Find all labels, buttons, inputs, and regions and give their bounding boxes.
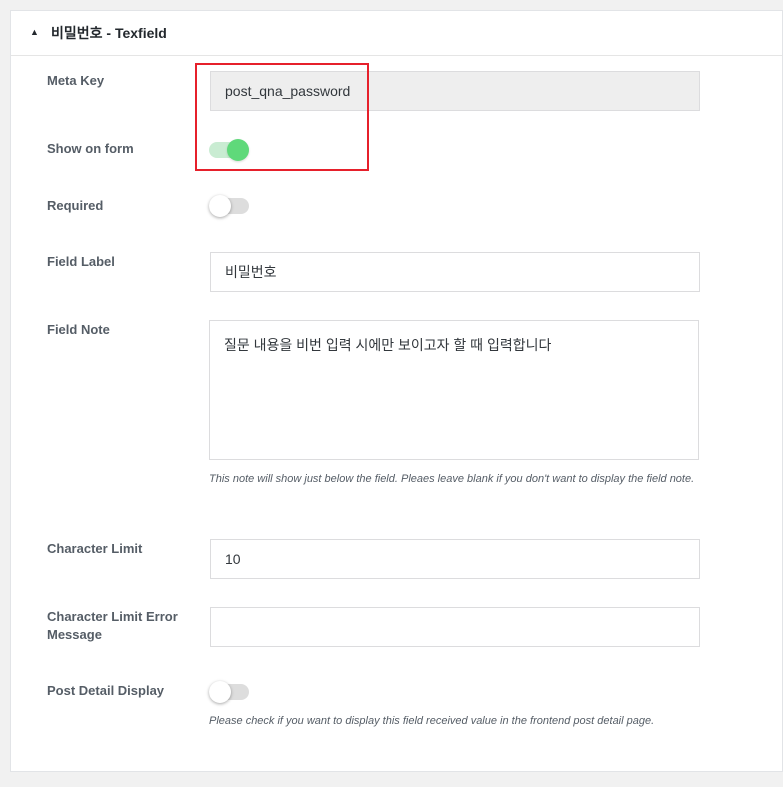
field-settings-panel: ▲ 비밀번호 - Texfield Meta Key post_qna_pass… bbox=[10, 10, 783, 772]
character-limit-label: Character Limit bbox=[47, 541, 143, 556]
character-limit-input[interactable]: 10 bbox=[210, 539, 700, 579]
post-detail-display-help: Please check if you want to display this… bbox=[209, 715, 655, 727]
post-detail-display-toggle[interactable] bbox=[209, 681, 249, 703]
character-limit-error-label: Character Limit Error Message bbox=[47, 609, 178, 642]
field-note-label: Field Note bbox=[47, 322, 110, 337]
post-detail-display-label: Post Detail Display bbox=[47, 683, 165, 698]
meta-key-label: Meta Key bbox=[47, 73, 105, 88]
toggle-knob bbox=[209, 195, 231, 217]
show-on-form-label: Show on form bbox=[47, 141, 134, 156]
required-toggle[interactable] bbox=[209, 195, 249, 217]
show-on-form-toggle[interactable] bbox=[209, 139, 249, 161]
toggle-knob bbox=[227, 139, 249, 161]
toggle-knob bbox=[209, 681, 231, 703]
field-label-label: Field Label bbox=[47, 254, 115, 269]
field-note-textarea[interactable]: 질문 내용을 비번 입력 시에만 보이고자 할 때 입력합니다 bbox=[209, 320, 699, 460]
panel-title: 비밀번호 - Texfield bbox=[51, 25, 167, 41]
required-label: Required bbox=[47, 198, 104, 213]
panel-header[interactable]: ▲ 비밀번호 - Texfield bbox=[11, 11, 782, 56]
character-limit-error-input[interactable] bbox=[210, 607, 700, 647]
field-label-input[interactable]: 비밀번호 bbox=[210, 252, 700, 292]
meta-key-input[interactable]: post_qna_password bbox=[210, 71, 700, 111]
triangle-up-icon[interactable]: ▲ bbox=[30, 25, 39, 39]
field-note-help: This note will show just below the field… bbox=[209, 473, 695, 485]
